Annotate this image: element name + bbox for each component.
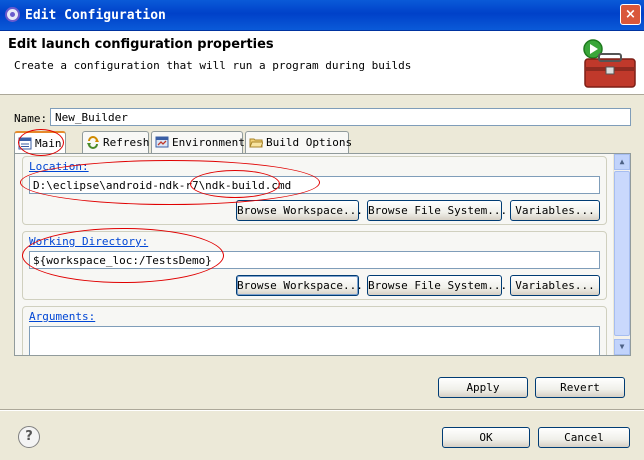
main-tab-panel: Location: D:\eclipse\android-ndk-r7\ndk-… xyxy=(14,153,631,356)
name-label: Name: xyxy=(14,112,48,125)
arguments-textarea[interactable] xyxy=(29,326,600,355)
revert-button[interactable]: Revert xyxy=(535,377,625,398)
cancel-button[interactable]: Cancel xyxy=(538,427,630,448)
working-directory-input[interactable]: ${workspace_loc:/TestsDemo} xyxy=(29,251,600,269)
environment-icon xyxy=(155,136,169,148)
tab-environment[interactable]: Environment xyxy=(151,131,245,153)
location-browse-workspace-button[interactable]: Browse Workspace... xyxy=(236,200,363,221)
working-directory-browse-workspace-button[interactable]: Browse Workspace... xyxy=(236,275,363,296)
refresh-icon xyxy=(87,136,99,149)
dialog-header: Edit launch configuration properties Cre… xyxy=(0,31,644,95)
location-browse-file-system-button[interactable]: Browse File System... xyxy=(367,200,507,221)
location-input[interactable]: D:\eclipse\android-ndk-r7\ndk-build.cmd xyxy=(29,176,600,194)
folder-icon xyxy=(249,138,263,148)
header-title: Edit launch configuration properties xyxy=(8,37,274,52)
panel-scrollbar[interactable]: ▲ ▼ xyxy=(613,154,630,355)
tab-build-options-label: Build Options xyxy=(266,136,353,149)
location-variables-button[interactable]: Variables... xyxy=(510,200,600,221)
tab-refresh-label: Refresh xyxy=(103,136,150,149)
footer-separator xyxy=(0,409,644,411)
close-button[interactable]: × xyxy=(620,4,641,25)
toolbox-icon xyxy=(583,39,636,88)
title-bar: Edit Configuration × xyxy=(0,0,644,31)
header-description: Create a configuration that will run a p… xyxy=(14,59,412,72)
location-label: Location: xyxy=(29,160,89,173)
tab-build-options[interactable]: Build Options xyxy=(245,131,353,153)
help-icon[interactable]: ? xyxy=(18,426,40,448)
working-directory-label: Working Directory: xyxy=(29,235,149,248)
ok-button[interactable]: OK xyxy=(442,427,530,448)
main-tab-icon xyxy=(18,137,32,150)
scroll-thumb[interactable] xyxy=(614,171,630,336)
working-directory-browse-file-system-button[interactable]: Browse File System... xyxy=(367,275,507,296)
working-directory-variables-button[interactable]: Variables... xyxy=(510,275,600,296)
tab-refresh[interactable]: Refresh xyxy=(82,131,149,153)
tab-main-label: Main xyxy=(35,137,62,150)
apply-button[interactable]: Apply xyxy=(438,377,528,398)
arguments-group: Arguments: xyxy=(22,306,607,355)
app-icon xyxy=(5,7,20,22)
tab-environment-label: Environment xyxy=(172,136,245,149)
tab-main[interactable]: Main xyxy=(14,131,66,154)
scroll-down-arrow-icon[interactable]: ▼ xyxy=(614,339,630,355)
working-directory-group: Working Directory: ${workspace_loc:/Test… xyxy=(22,231,607,300)
arguments-label: Arguments: xyxy=(29,310,96,323)
scroll-up-arrow-icon[interactable]: ▲ xyxy=(614,154,630,170)
name-input[interactable]: New_Builder xyxy=(50,108,631,126)
window-title: Edit Configuration xyxy=(25,8,166,23)
location-group: Location: D:\eclipse\android-ndk-r7\ndk-… xyxy=(22,156,607,225)
